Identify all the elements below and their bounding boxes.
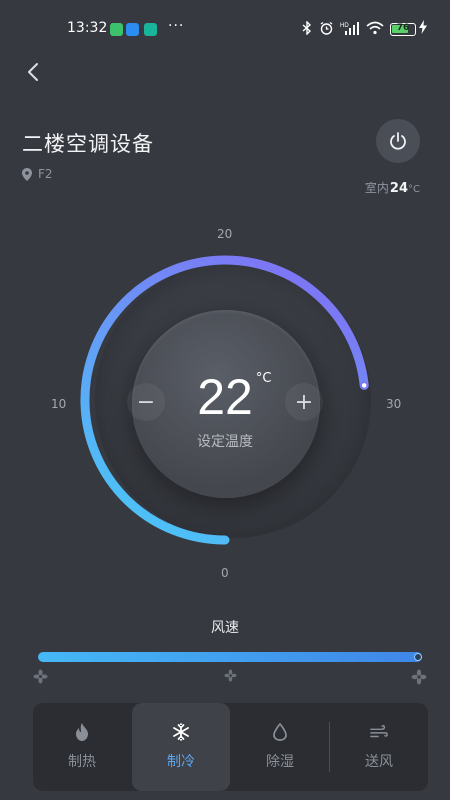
svg-text:HD: HD bbox=[340, 23, 349, 29]
status-time: 13:32 bbox=[67, 20, 108, 36]
charging-icon bbox=[419, 20, 427, 38]
mode-heat[interactable]: 制热 bbox=[33, 703, 131, 791]
arc-thumb[interactable] bbox=[360, 381, 368, 390]
location: F2 bbox=[22, 167, 53, 181]
temperature-value: 22 bbox=[197, 369, 253, 425]
notification-app-icon bbox=[126, 23, 139, 36]
wind-icon bbox=[370, 723, 388, 741]
location-text: F2 bbox=[38, 167, 53, 181]
mode-cool[interactable]: 制冷 bbox=[132, 703, 230, 791]
wind-speed-slider[interactable] bbox=[38, 652, 422, 662]
battery-icon: 76 bbox=[390, 23, 416, 36]
bluetooth-icon bbox=[302, 20, 312, 39]
flame-icon bbox=[73, 723, 91, 741]
mode-dehumidify[interactable]: 除湿 bbox=[231, 703, 329, 791]
indoor-label: 室内 bbox=[364, 181, 389, 195]
mode-cool-label: 制冷 bbox=[167, 754, 195, 770]
droplet-icon bbox=[271, 723, 289, 741]
mode-heat-label: 制热 bbox=[68, 754, 96, 770]
mode-fan[interactable]: 送风 bbox=[330, 703, 428, 791]
decrease-button[interactable]: − bbox=[127, 383, 165, 421]
temperature-dial[interactable]: 20 10 30 0 22 °C 设定温度 − + bbox=[0, 220, 450, 590]
mode-dehumidify-label: 除湿 bbox=[266, 754, 294, 770]
fan-low-icon bbox=[33, 669, 48, 688]
notification-app-icon bbox=[144, 23, 157, 36]
more-notifications-icon: ··· bbox=[168, 18, 185, 34]
snowflake-icon bbox=[172, 723, 190, 741]
fan-medium-icon bbox=[224, 669, 237, 686]
signal-icon: HD bbox=[340, 21, 360, 39]
power-button[interactable] bbox=[376, 119, 420, 163]
wifi-icon bbox=[366, 21, 384, 39]
minus-icon: − bbox=[136, 389, 156, 415]
location-pin-icon bbox=[22, 167, 32, 181]
indoor-value: 24 bbox=[389, 181, 409, 196]
indoor-unit: °C bbox=[408, 184, 420, 195]
power-icon bbox=[390, 132, 406, 150]
battery-level: 76 bbox=[396, 23, 410, 33]
mode-fan-label: 送风 bbox=[365, 754, 393, 770]
back-button[interactable] bbox=[22, 60, 46, 84]
temperature-label: 设定温度 bbox=[197, 434, 253, 450]
temperature-unit: °C bbox=[255, 371, 272, 386]
indoor-temperature: 室内 24 °C bbox=[365, 179, 420, 196]
page-title: 二楼空调设备 bbox=[22, 132, 154, 156]
wind-speed-title: 风速 bbox=[211, 620, 239, 636]
wind-speed-thumb[interactable] bbox=[414, 653, 422, 661]
plus-icon: + bbox=[294, 389, 314, 415]
notification-app-icon bbox=[110, 23, 123, 36]
chevron-left-icon bbox=[28, 63, 38, 81]
status-bar: 13:32 ··· HD 76 bbox=[0, 18, 450, 44]
mode-selector: 制热 制冷 除湿 送风 bbox=[33, 703, 428, 791]
fan-high-icon bbox=[411, 669, 427, 689]
alarm-icon bbox=[319, 21, 334, 40]
increase-button[interactable]: + bbox=[285, 383, 323, 421]
